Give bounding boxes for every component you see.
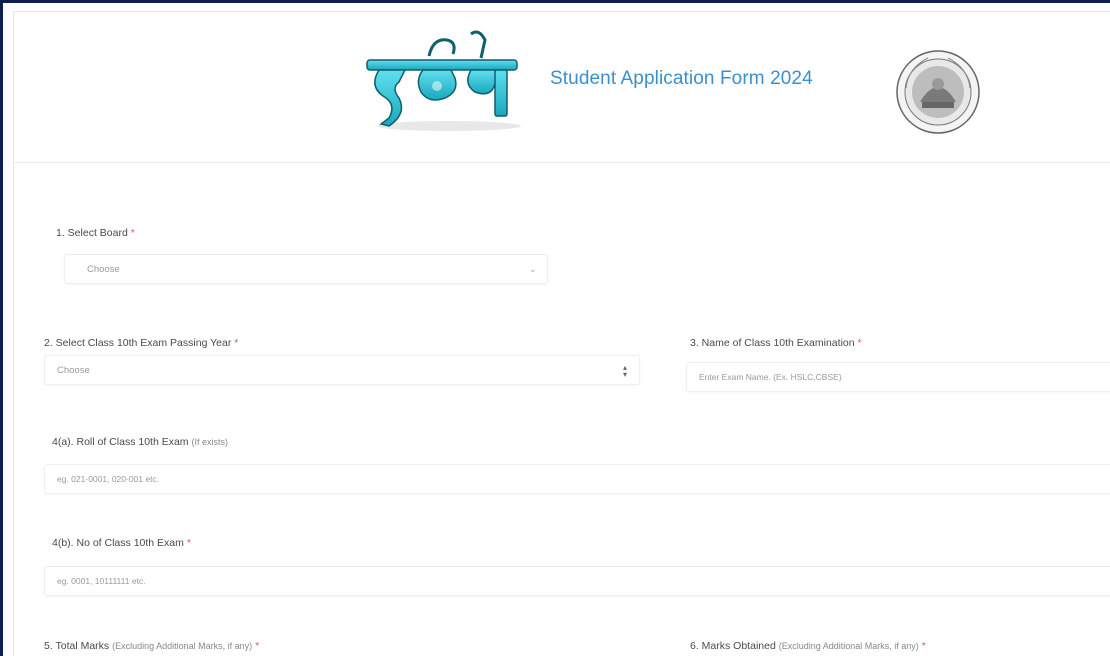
select-board-label: 1. Select Board * [56, 227, 135, 239]
exam-name-input[interactable]: Enter Exam Name. (Ex. HSLC,CBSE) [686, 362, 1110, 392]
darpan-logo-icon [366, 30, 521, 131]
exam-name-label: 3. Name of Class 10th Examination * [690, 337, 862, 349]
passing-year-dropdown[interactable]: Choose ▴ ▾ [44, 355, 640, 385]
chevron-down-icon: ⌄ [529, 264, 537, 274]
form-page: Student Application Form 2024 1. Select … [13, 11, 1110, 656]
header-divider [14, 162, 1110, 163]
select-board-dropdown[interactable]: Choose ⌄ [64, 254, 548, 284]
total-marks-label: 5. Total Marks (Excluding Additional Mar… [44, 640, 260, 652]
window-frame: Student Application Form 2024 1. Select … [0, 0, 1110, 656]
roll-input[interactable]: eg. 021-0001, 020-001 etc. [44, 464, 1110, 494]
passing-year-label: 2. Select Class 10th Exam Passing Year * [44, 337, 239, 349]
exam-no-input[interactable]: eg. 0001, 10111111 etc. [44, 566, 1110, 596]
roll-label: 4(a). Roll of Class 10th Exam (If exists… [52, 436, 228, 448]
exam-no-label: 4(b). No of Class 10th Exam * [52, 537, 191, 549]
institution-seal-icon [896, 50, 980, 134]
updown-arrows-icon: ▴ ▾ [623, 363, 628, 379]
marks-obtained-label: 6. Marks Obtained (Excluding Additional … [690, 640, 926, 652]
form-title: Student Application Form 2024 [550, 68, 813, 89]
form-header: Student Application Form 2024 [14, 12, 1110, 162]
